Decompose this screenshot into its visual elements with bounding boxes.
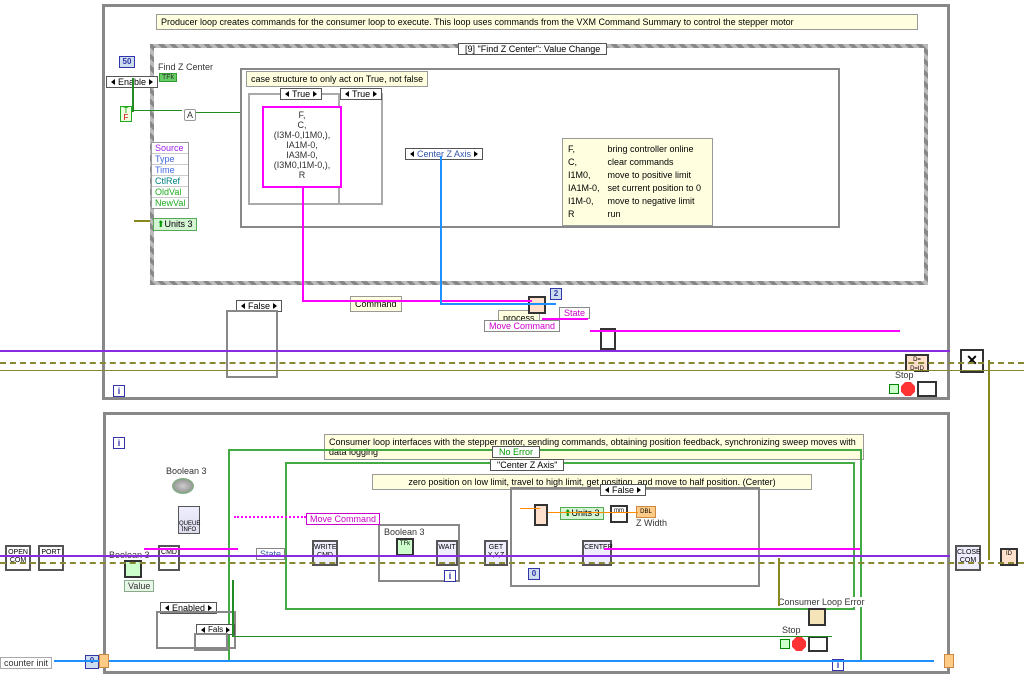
find-z-center-label: Find Z Center bbox=[158, 62, 213, 72]
stop-bool-c-icon bbox=[780, 639, 790, 649]
case-note: case structure to only act on True, not … bbox=[246, 71, 428, 87]
stop-producer[interactable] bbox=[889, 381, 937, 397]
inner-iter: i bbox=[444, 570, 456, 582]
constant-50: 50 bbox=[119, 56, 135, 68]
shift-reg-right bbox=[944, 654, 954, 668]
queue-info-vi[interactable]: QUEUE INFO bbox=[178, 506, 200, 534]
iteration-terminal-producer: i bbox=[113, 385, 125, 397]
state-inner: State bbox=[256, 548, 285, 560]
z-width: Z Width bbox=[636, 518, 667, 528]
case-true-inner[interactable]: True bbox=[340, 88, 382, 100]
units3-ref: ⬆Units 3 bbox=[153, 218, 197, 231]
inner-false-case bbox=[510, 487, 760, 587]
center-z-constant[interactable]: Center Z Axis bbox=[405, 148, 483, 160]
zero-const: 0 bbox=[528, 568, 540, 580]
units3-consumer: ⬆Units 3 bbox=[560, 507, 604, 520]
port-vi[interactable]: PORT bbox=[38, 545, 64, 571]
error-wire-top bbox=[0, 362, 1024, 364]
move-command-label: Move Command bbox=[484, 320, 560, 332]
event-case-selector[interactable]: [9] "Find Z Center": Value Change bbox=[458, 43, 607, 55]
bundle-node bbox=[528, 296, 546, 314]
case-true-outer[interactable]: True bbox=[280, 88, 322, 100]
true-false-constants: TF bbox=[120, 106, 132, 122]
dbl-term: DBL bbox=[636, 506, 656, 518]
open-com-vi[interactable]: OPEN COM bbox=[5, 545, 31, 571]
stop-label-consumer: Stop bbox=[782, 625, 801, 635]
false-tab[interactable]: False bbox=[600, 484, 646, 496]
stop-label-producer: Stop bbox=[895, 370, 914, 380]
tf-term-icon: TFk bbox=[159, 73, 177, 82]
move-cmd-inner: Move Command bbox=[306, 513, 380, 525]
no-error-tab[interactable]: No Error bbox=[492, 446, 540, 458]
and-node: A bbox=[184, 109, 196, 121]
consumer-error-label: Consumer Loop Error bbox=[778, 597, 865, 607]
counter-init-label: counter init bbox=[0, 657, 52, 669]
value-property: Value bbox=[124, 580, 154, 592]
conv-icon: mm bbox=[610, 505, 628, 523]
event-data-cluster: Source Type Time CtlRef OldVal NewVal bbox=[151, 142, 189, 209]
case-inner2 bbox=[338, 93, 383, 205]
bottom-case-struct bbox=[226, 310, 278, 378]
dotted-wire bbox=[234, 516, 306, 518]
constant-2: 2 bbox=[550, 288, 562, 300]
boolean3-label: Boolean 3 bbox=[166, 466, 207, 476]
counter-init-box: 0 bbox=[85, 655, 99, 669]
producer-comment: Producer loop creates commands for the c… bbox=[156, 14, 918, 30]
command-label: Command bbox=[350, 296, 402, 312]
boolean3-indicator bbox=[172, 478, 194, 494]
stop-consumer[interactable] bbox=[780, 636, 828, 652]
boolean3-inner: Boolean 3 bbox=[384, 527, 425, 537]
stop-bool-icon bbox=[889, 384, 899, 394]
boolean3-term: TFk bbox=[396, 538, 414, 556]
formula-node: F, C, (I3M-0,I1M0,), IA1M-0, IA3M-0, (I3… bbox=[262, 106, 342, 188]
error-wire-consumer bbox=[0, 562, 1024, 564]
center-z-tab[interactable]: "Center Z Axis" bbox=[490, 459, 564, 471]
iteration-consumer: i bbox=[113, 437, 125, 449]
shift-reg-left bbox=[99, 654, 109, 668]
fals-struct bbox=[194, 633, 228, 651]
error-cluster-term bbox=[808, 608, 826, 626]
stop-oct-c-icon bbox=[792, 637, 806, 651]
close-com-vi[interactable]: CLOSE COM bbox=[955, 545, 981, 571]
command-legend: F,bring controller online C,clear comman… bbox=[562, 138, 713, 226]
stop-octagon-icon bbox=[901, 382, 915, 396]
